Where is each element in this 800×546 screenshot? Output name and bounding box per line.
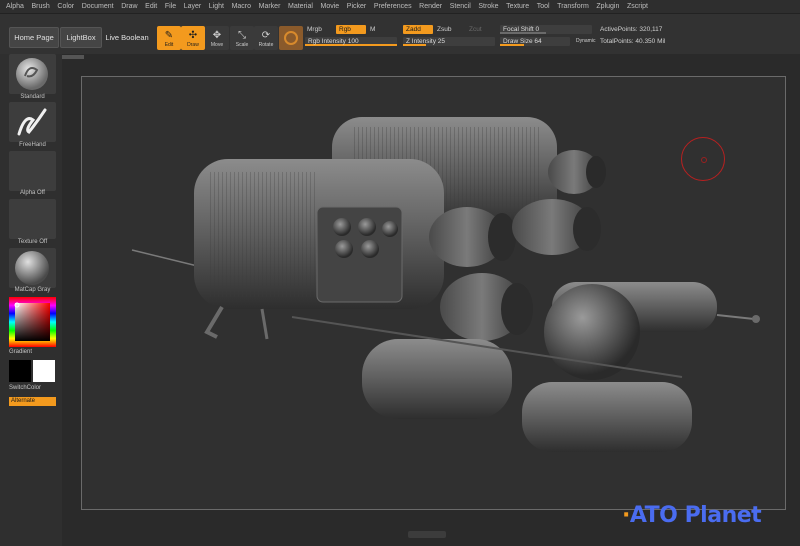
menu-stencil[interactable]: Stencil: [450, 3, 471, 10]
menu-render[interactable]: Render: [419, 3, 442, 10]
scale-icon: ⤡: [238, 30, 246, 41]
menu-tool[interactable]: Tool: [537, 3, 550, 10]
zsub-toggle[interactable]: Zsub: [437, 26, 451, 33]
menu-light[interactable]: Light: [209, 3, 224, 10]
menu-movie[interactable]: Movie: [321, 3, 340, 10]
zadd-toggle[interactable]: Zadd: [403, 25, 433, 34]
menu-brush[interactable]: Brush: [32, 3, 50, 10]
watermark-logo: ·ATO Planet: [622, 503, 762, 528]
scale-button[interactable]: ⤡ Scale: [230, 26, 254, 50]
menu-zscript[interactable]: Zscript: [627, 3, 648, 10]
menu-preferences[interactable]: Preferences: [374, 3, 412, 10]
material-label: MatCap Gray: [14, 287, 51, 293]
material-selector[interactable]: [9, 248, 56, 288]
color-picker-icon: [9, 297, 56, 347]
menu-color[interactable]: Color: [57, 3, 74, 10]
draw-icon: ✣: [188, 30, 198, 41]
sphere-preview-button[interactable]: [279, 26, 303, 50]
edit-button[interactable]: ✎ Edit: [157, 26, 181, 50]
top-shelf: Home Page LightBox Live Boolean ✎ Edit ✣…: [0, 14, 800, 54]
gradient-label: Gradient: [9, 349, 33, 355]
menu-bar: Alpha Brush Color Document Draw Edit File Layer…: [0, 0, 800, 14]
menu-material[interactable]: Material: [288, 3, 313, 10]
menu-file[interactable]: File: [165, 3, 176, 10]
lightbox-button[interactable]: LightBox: [60, 27, 102, 48]
switch-color-button[interactable]: SwitchColor: [9, 385, 56, 391]
freehand-stroke-icon: [17, 108, 47, 136]
document-canvas[interactable]: [81, 76, 786, 510]
menu-picker[interactable]: Picker: [347, 3, 366, 10]
menu-marker[interactable]: Marker: [259, 3, 281, 10]
brush-cursor: [681, 137, 725, 181]
matcap-sphere-icon: [15, 251, 49, 285]
rgb-intensity-slider[interactable]: Rgb Intensity 100: [305, 37, 397, 46]
zcut-toggle[interactable]: Zcut: [469, 26, 482, 33]
alpha-label: Alpha Off: [20, 190, 45, 196]
dynamic-toggle[interactable]: Dynamic: [576, 38, 595, 44]
bottom-tray-handle[interactable]: [408, 531, 446, 538]
main-color-swatch[interactable]: [9, 360, 31, 382]
brush-selector[interactable]: [9, 54, 56, 94]
z-intensity-slider[interactable]: Z Intensity 25: [403, 37, 495, 46]
live-boolean-button[interactable]: Live Boolean: [103, 27, 151, 48]
alternate-button[interactable]: Alternate: [9, 397, 56, 406]
rgb-toggle[interactable]: Rgb: [336, 25, 366, 34]
stroke-label: FreeHand: [19, 142, 46, 148]
left-tray: Standard FreeHand Alpha Off Texture Off …: [0, 54, 62, 546]
focal-shift-slider[interactable]: Focal Shift 0: [500, 25, 592, 34]
color-picker[interactable]: [9, 297, 56, 347]
menu-edit[interactable]: Edit: [145, 3, 157, 10]
texture-selector[interactable]: [9, 199, 56, 239]
menu-transform[interactable]: Transform: [557, 3, 589, 10]
circle-icon: [284, 31, 298, 45]
total-points-readout: TotalPoints: 40.350 Mil: [600, 38, 666, 45]
standard-brush-icon: [16, 58, 48, 90]
rotate-button[interactable]: ⟳ Rotate: [254, 26, 278, 50]
m-toggle[interactable]: M: [370, 26, 375, 33]
menu-texture[interactable]: Texture: [506, 3, 529, 10]
move-icon: ✥: [212, 30, 222, 41]
menu-draw[interactable]: Draw: [121, 3, 137, 10]
mrgb-toggle[interactable]: Mrgb: [307, 26, 322, 33]
menu-macro[interactable]: Macro: [232, 3, 251, 10]
alpha-selector[interactable]: [9, 151, 56, 191]
rotate-icon: ⟳: [261, 30, 271, 41]
brush-label: Standard: [20, 94, 45, 100]
texture-label: Texture Off: [17, 239, 48, 245]
menu-alpha[interactable]: Alpha: [6, 3, 24, 10]
home-page-button[interactable]: Home Page: [9, 27, 59, 48]
canvas-scroll-handle[interactable]: [62, 55, 84, 59]
draw-size-slider[interactable]: Draw Size 64: [500, 37, 570, 46]
edit-icon: ✎: [164, 30, 174, 41]
stroke-selector[interactable]: [9, 102, 56, 142]
spaceship-model: [131, 117, 760, 452]
secondary-color-swatch[interactable]: [33, 360, 55, 382]
move-button[interactable]: ✥ Move: [205, 26, 229, 50]
menu-layer[interactable]: Layer: [184, 3, 202, 10]
menu-zplugin[interactable]: Zplugin: [596, 3, 619, 10]
menu-stroke[interactable]: Stroke: [478, 3, 498, 10]
draw-button[interactable]: ✣ Draw: [181, 26, 205, 50]
menu-document[interactable]: Document: [82, 3, 114, 10]
active-points-readout: ActivePoints: 320,117: [600, 26, 663, 33]
